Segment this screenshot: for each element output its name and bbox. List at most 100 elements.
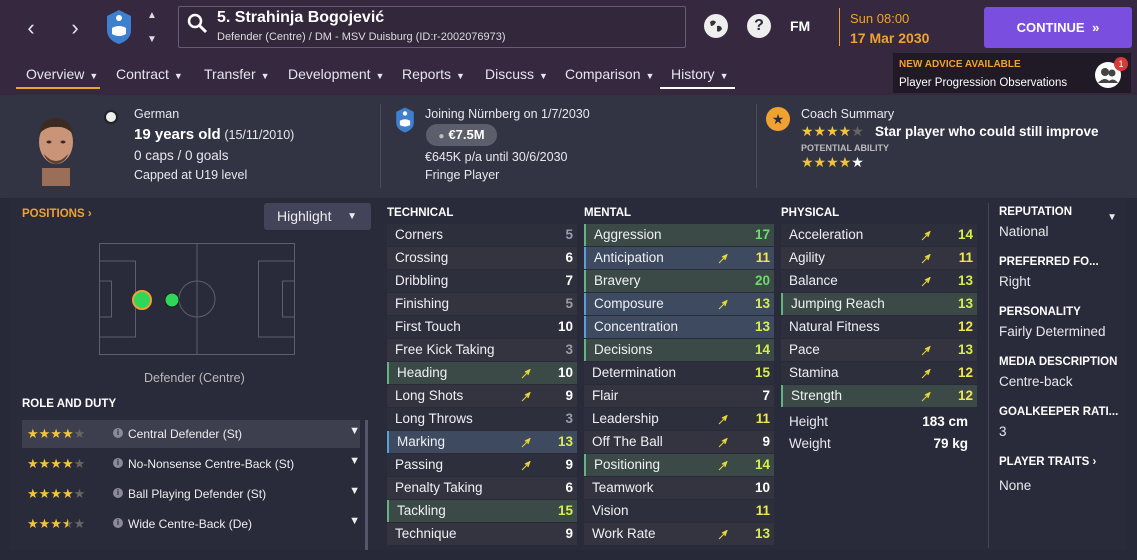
role-row[interactable]: ★★★★★ i Ball Playing Defender (St) ▼ — [22, 480, 360, 508]
chevron-down-icon[interactable]: ▼ — [349, 425, 360, 437]
chevron-down-icon[interactable]: ▼ — [349, 485, 360, 497]
chevron-down-icon[interactable]: ▼ — [349, 455, 360, 467]
attribute-row[interactable]: Stamina 12 — [781, 362, 977, 384]
tab-reports[interactable]: Reports ▼ — [402, 66, 465, 82]
attribute-row[interactable]: Vision 11 — [584, 500, 774, 522]
role-stars: ★★★★★ — [27, 456, 86, 471]
attribute-row[interactable]: Acceleration 14 — [781, 224, 977, 246]
attribute-row[interactable]: Aggression 17 — [584, 224, 774, 246]
attribute-name: First Touch — [395, 319, 461, 334]
fm-logo[interactable]: FM — [790, 18, 810, 34]
date-divider — [839, 8, 840, 46]
tab-transfer[interactable]: Transfer ▼ — [204, 66, 270, 82]
attribute-row[interactable]: Anticipation 11 — [584, 247, 774, 269]
chevron-down-icon: ▼ — [89, 71, 99, 81]
forward-button[interactable]: › — [63, 15, 87, 41]
attribute-value: 11 — [755, 503, 770, 518]
info-icon[interactable]: i — [113, 428, 123, 438]
attribute-row[interactable]: Long Throws 3 — [387, 408, 577, 430]
tab-discuss[interactable]: Discuss ▼ — [485, 66, 548, 82]
positions-header[interactable]: POSITIONS › — [22, 208, 92, 220]
progress-arrow-icon — [718, 252, 728, 264]
attribute-name: Long Shots — [395, 388, 464, 403]
player-face — [32, 112, 80, 186]
attribute-row[interactable]: Determination 15 — [584, 362, 774, 384]
attribute-row[interactable]: Flair 7 — [584, 385, 774, 407]
tab-overview[interactable]: Overview ▼ — [26, 66, 98, 82]
attribute-row[interactable]: Decisions 14 — [584, 339, 774, 361]
role-row[interactable]: ★★★★★ i Central Defender (St) ▼ — [22, 420, 360, 448]
progress-arrow-icon — [921, 367, 931, 379]
globe-icon[interactable] — [704, 14, 728, 38]
attribute-row[interactable]: Concentration 13 — [584, 316, 774, 338]
highlight-dropdown[interactable]: Highlight ▼ — [264, 203, 371, 230]
attribute-row[interactable]: Agility 11 — [781, 247, 977, 269]
attribute-row[interactable]: Free Kick Taking 3 — [387, 339, 577, 361]
attribute-row[interactable]: Dribbling 7 — [387, 270, 577, 292]
attribute-row[interactable]: Bravery 20 — [584, 270, 774, 292]
chevron-down-icon[interactable]: ▼ — [349, 515, 360, 527]
attribute-name: Technique — [395, 526, 457, 541]
attribute-row[interactable]: Positioning 14 — [584, 454, 774, 476]
tab-contract[interactable]: Contract ▼ — [116, 66, 183, 82]
attribute-row[interactable]: Natural Fitness 12 — [781, 316, 977, 338]
tab-development[interactable]: Development ▼ — [288, 66, 384, 82]
player-traits-value: None — [999, 478, 1032, 493]
attribute-name: Stamina — [789, 365, 839, 380]
role-row[interactable]: ★★★★★ i Wide Centre-Back (De) ▼ — [22, 510, 360, 538]
attribute-row[interactable]: Jumping Reach 13 — [781, 293, 977, 315]
attribute-row[interactable]: Crossing 6 — [387, 247, 577, 269]
tab-history[interactable]: History ▼ — [671, 66, 728, 82]
attribute-name: Free Kick Taking — [395, 342, 495, 357]
attribute-value: 10 — [557, 365, 573, 380]
transfer-value-pill[interactable]: ● €7.5M — [426, 124, 497, 146]
back-button[interactable]: ‹ — [19, 15, 43, 41]
physical-header: PHYSICAL — [781, 207, 840, 219]
attribute-row[interactable]: Off The Ball 9 — [584, 431, 774, 453]
player-side-info: REPUTATION ▼ National PREFERRED FO... Ri… — [999, 206, 1127, 493]
info-icon[interactable]: i — [113, 518, 123, 528]
attribute-row[interactable]: Technique 9 — [387, 523, 577, 545]
attribute-row[interactable]: Corners 5 — [387, 224, 577, 246]
wage-info: €645K p/a until 30/6/2030 — [425, 150, 568, 164]
info-icon[interactable]: i — [113, 488, 123, 498]
nationality: German — [134, 107, 180, 121]
attribute-row[interactable]: Penalty Taking 6 — [387, 477, 577, 499]
attribute-value: 17 — [754, 227, 770, 242]
attribute-value: 15 — [754, 365, 770, 380]
attribute-row[interactable]: Pace 13 — [781, 339, 977, 361]
chevron-down-icon[interactable]: ▼ — [1107, 212, 1117, 223]
continue-button[interactable]: CONTINUE » — [984, 7, 1132, 48]
info-icon[interactable]: i — [113, 458, 123, 468]
search-icon[interactable] — [186, 12, 210, 36]
attribute-value: 9 — [565, 457, 573, 472]
help-icon[interactable]: ? — [747, 14, 771, 38]
attribute-row[interactable]: Teamwork 10 — [584, 477, 774, 499]
attribute-row[interactable]: Leadership 11 — [584, 408, 774, 430]
date-of-birth: (15/11/2010) — [224, 128, 295, 142]
chevron-down-icon: ▼ — [645, 71, 655, 81]
tab-comparison[interactable]: Comparison ▼ — [565, 66, 654, 82]
attribute-row[interactable]: Tackling 15 — [387, 500, 577, 522]
attribute-name: Penalty Taking — [395, 480, 483, 495]
attribute-row[interactable]: Passing 9 — [387, 454, 577, 476]
attribute-row[interactable]: Long Shots 9 — [387, 385, 577, 407]
attribute-row[interactable]: Strength 12 — [781, 385, 977, 407]
tab-label: History — [671, 66, 715, 82]
role-row[interactable]: ★★★★★ i No-Nonsense Centre-Back (St) ▼ — [22, 450, 360, 478]
attribute-row[interactable]: Finishing 5 — [387, 293, 577, 315]
attribute-row[interactable]: Composure 13 — [584, 293, 774, 315]
attribute-row[interactable]: First Touch 10 — [387, 316, 577, 338]
attribute-value: 9 — [762, 434, 770, 449]
club-crest-icon — [104, 8, 134, 46]
attribute-row[interactable]: Marking 13 — [387, 431, 577, 453]
player-traits-label[interactable]: PLAYER TRAITS › — [999, 456, 1127, 468]
role-label: Central Defender (St) — [128, 427, 243, 441]
advice-text: Player Progression Observations — [899, 77, 1068, 89]
attribute-row[interactable]: Balance 13 — [781, 270, 977, 292]
roles-scrollbar[interactable] — [365, 420, 368, 550]
attribute-row[interactable]: Work Rate 13 — [584, 523, 774, 545]
tab-label: Reports — [402, 66, 452, 82]
attribute-row[interactable]: Heading 10 — [387, 362, 577, 384]
player-switch-icon[interactable]: ▲ ▼ — [146, 10, 158, 46]
